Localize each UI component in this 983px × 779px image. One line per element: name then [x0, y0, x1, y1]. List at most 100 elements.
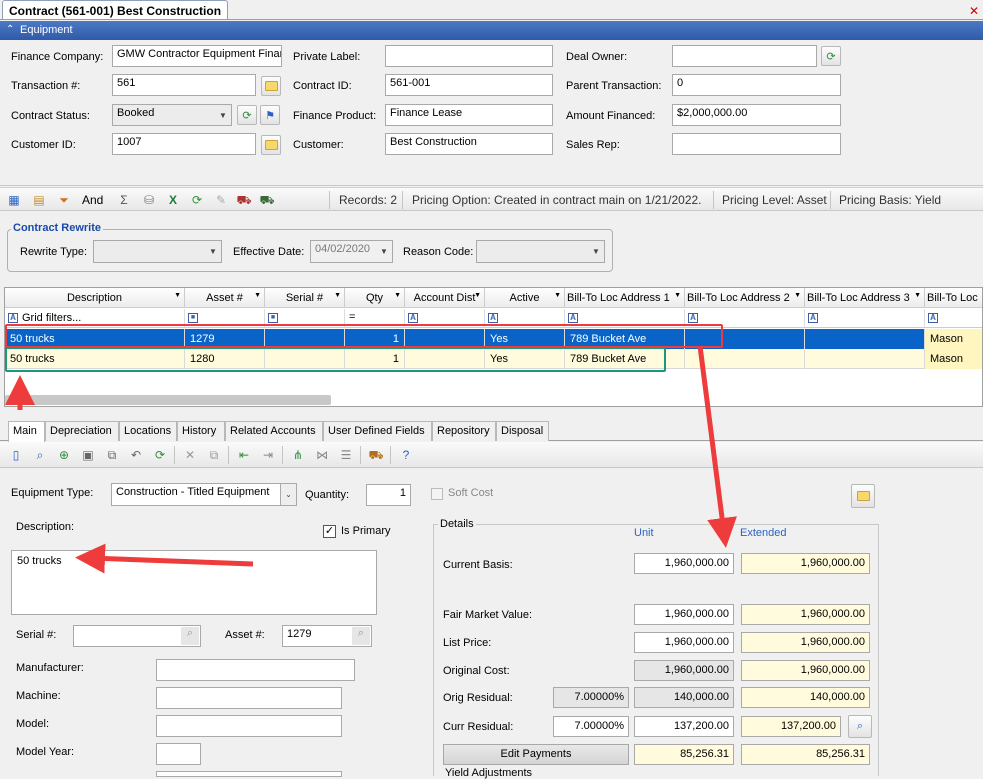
refresh-icon[interactable]: ⟳ — [152, 447, 168, 463]
is-primary-checkbox[interactable]: ✓ — [323, 525, 336, 538]
help-icon[interactable]: ? — [398, 447, 414, 463]
column-header-addr2[interactable]: Bill-To Loc Address 2 ▼ — [685, 288, 805, 308]
customer-id-field[interactable]: 1007 — [112, 133, 256, 155]
contract-status-select[interactable]: Booked ▼ — [112, 104, 232, 126]
grid-view-icon[interactable]: ▦ — [6, 192, 22, 208]
tab-user-defined-fields[interactable]: User Defined Fields — [323, 421, 432, 441]
undo-icon[interactable]: ↶ — [128, 447, 144, 463]
collapse-icon[interactable]: ⌃ — [6, 25, 16, 35]
soft-cost-checkbox[interactable] — [431, 488, 443, 500]
pricing-option: Pricing Option: Created in contract main… — [412, 193, 702, 207]
column-header-qty[interactable]: Qty ▼ — [345, 288, 405, 308]
truck-icon[interactable]: ⛟ — [368, 447, 384, 463]
contract-id-field[interactable]: 561-001 — [385, 74, 553, 96]
original-cost-label: Original Cost: — [443, 665, 510, 677]
search-icon[interactable]: ⌕ — [181, 627, 199, 645]
column-header-asset[interactable]: Asset # ▼ — [185, 288, 265, 308]
tab-depreciation[interactable]: Depreciation — [45, 421, 119, 441]
horizontal-scrollbar[interactable] — [5, 395, 331, 405]
column-header-active[interactable]: Active ▼ — [485, 288, 565, 308]
transaction-lookup-button[interactable] — [261, 76, 281, 96]
quantity-field[interactable]: 1 — [366, 484, 411, 506]
grid-filter-cell[interactable]: A — [805, 309, 925, 328]
merge-icon[interactable]: ⋈ — [314, 447, 330, 463]
current-basis-unit[interactable]: 1,960,000.00 — [634, 553, 734, 574]
form-view-icon[interactable]: ▤ — [31, 192, 47, 208]
machine-field[interactable] — [156, 687, 342, 709]
column-header-serial[interactable]: Serial # ▼ — [265, 288, 345, 308]
grid-filter-cell[interactable]: A — [925, 309, 982, 328]
reason-code-select[interactable]: ▼ — [476, 240, 605, 263]
reason-code-label: Reason Code: — [403, 246, 474, 258]
refresh-icon[interactable]: ⟳ — [189, 192, 205, 208]
deal-owner-field[interactable] — [672, 45, 817, 67]
curr-residual-unit[interactable]: 137,200.00 — [634, 716, 734, 737]
finance-company-field[interactable]: GMW Contractor Equipment Finan — [112, 45, 282, 67]
document-tab[interactable]: Contract (561-001) Best Construction — [2, 0, 229, 20]
new-icon[interactable]: ▯ — [8, 447, 24, 463]
column-header-addr1[interactable]: Bill-To Loc Address 1 ▼ — [565, 288, 685, 308]
tab-repository[interactable]: Repository — [432, 421, 496, 441]
layers-icon[interactable]: ☰ — [338, 447, 354, 463]
sales-rep-field[interactable] — [672, 133, 841, 155]
curr-residual-label: Curr Residual: — [443, 721, 514, 733]
list-price-unit[interactable]: 1,960,000.00 — [634, 632, 734, 653]
transaction-field[interactable]: 561 — [112, 74, 256, 96]
clear-filter-icon[interactable]: Σ — [116, 192, 132, 208]
split-icon[interactable]: ⋔ — [290, 447, 306, 463]
customer-field[interactable]: Best Construction — [385, 133, 553, 155]
duplicate-icon[interactable]: ⧉ — [206, 447, 222, 463]
export-icon[interactable]: ⇥ — [260, 447, 276, 463]
status-flag-button[interactable]: ⚑ — [260, 105, 280, 125]
import-icon[interactable]: ⇤ — [236, 447, 252, 463]
excel-icon[interactable]: X — [165, 192, 181, 208]
residual-search-button[interactable]: ⌕ — [848, 715, 872, 738]
customer-lookup-button[interactable] — [261, 135, 281, 155]
add-icon[interactable]: ⊕ — [56, 447, 72, 463]
search-icon[interactable]: ⌕ — [352, 627, 370, 645]
column-header-description[interactable]: Description ▼ — [5, 288, 185, 308]
extra-field[interactable] — [156, 771, 342, 777]
save-icon[interactable]: ▣ — [80, 447, 96, 463]
tab-disposal[interactable]: Disposal — [496, 421, 549, 441]
model-year-field[interactable] — [156, 743, 201, 765]
tab-related-accounts[interactable]: Related Accounts — [225, 421, 323, 441]
and-operator[interactable]: And — [82, 193, 103, 207]
status-refresh-button[interactable]: ⟳ — [237, 105, 257, 125]
model-label: Model: — [16, 718, 50, 730]
equipment-section-bar[interactable]: ⌃ Equipment — [0, 21, 983, 40]
equipment-type-select[interactable]: Construction - Titled Equipment ⌄ — [111, 483, 297, 506]
column-header-addr3[interactable]: Bill-To Loc Address 3 ▼ — [805, 288, 925, 308]
finance-product-field[interactable]: Finance Lease — [385, 104, 553, 126]
asset-field[interactable]: 1279 ⌕ — [282, 625, 372, 647]
model-field[interactable] — [156, 715, 342, 737]
deal-owner-refresh-button[interactable]: ⟳ — [821, 46, 841, 66]
fmv-unit[interactable]: 1,960,000.00 — [634, 604, 734, 625]
chevron-down-icon: ▼ — [334, 292, 341, 299]
curr-residual-pct[interactable]: 7.00000% — [553, 716, 629, 737]
database-icon[interactable]: ⛁ — [141, 192, 157, 208]
column-header-loc[interactable]: Bill-To Loc — [925, 288, 982, 308]
serial-field[interactable]: ⌕ — [73, 625, 201, 647]
amount-financed-field[interactable]: $2,000,000.00 — [672, 104, 841, 126]
notes-button[interactable] — [851, 484, 875, 508]
manufacturer-field[interactable] — [156, 659, 355, 681]
rewrite-type-select[interactable]: ▼ — [93, 240, 222, 263]
effective-date-field[interactable]: 04/02/2020 ▼ — [310, 240, 393, 263]
private-label-field[interactable] — [385, 45, 553, 67]
edit-payments-button[interactable]: Edit Payments — [443, 744, 629, 765]
tab-main[interactable]: Main — [8, 421, 45, 442]
search-icon[interactable]: ⌕ — [32, 447, 48, 463]
edit-icon[interactable]: ✎ — [213, 192, 229, 208]
close-icon[interactable]: ✕ — [969, 4, 979, 18]
truck-remove-icon[interactable]: ⛟ — [236, 192, 252, 208]
parent-transaction-field[interactable]: 0 — [672, 74, 841, 96]
description-textarea[interactable]: 50 trucks — [11, 550, 377, 615]
column-header-account-dist[interactable]: Account Dist ▼ — [405, 288, 485, 308]
truck-add-icon[interactable]: ⛟ — [259, 192, 275, 208]
tab-history[interactable]: History — [177, 421, 225, 441]
copy-icon[interactable]: ⧉ — [104, 447, 120, 463]
tab-locations[interactable]: Locations — [119, 421, 177, 441]
delete-icon[interactable]: ✕ — [182, 447, 198, 463]
filter-icon[interactable]: ⏷ — [56, 192, 72, 208]
